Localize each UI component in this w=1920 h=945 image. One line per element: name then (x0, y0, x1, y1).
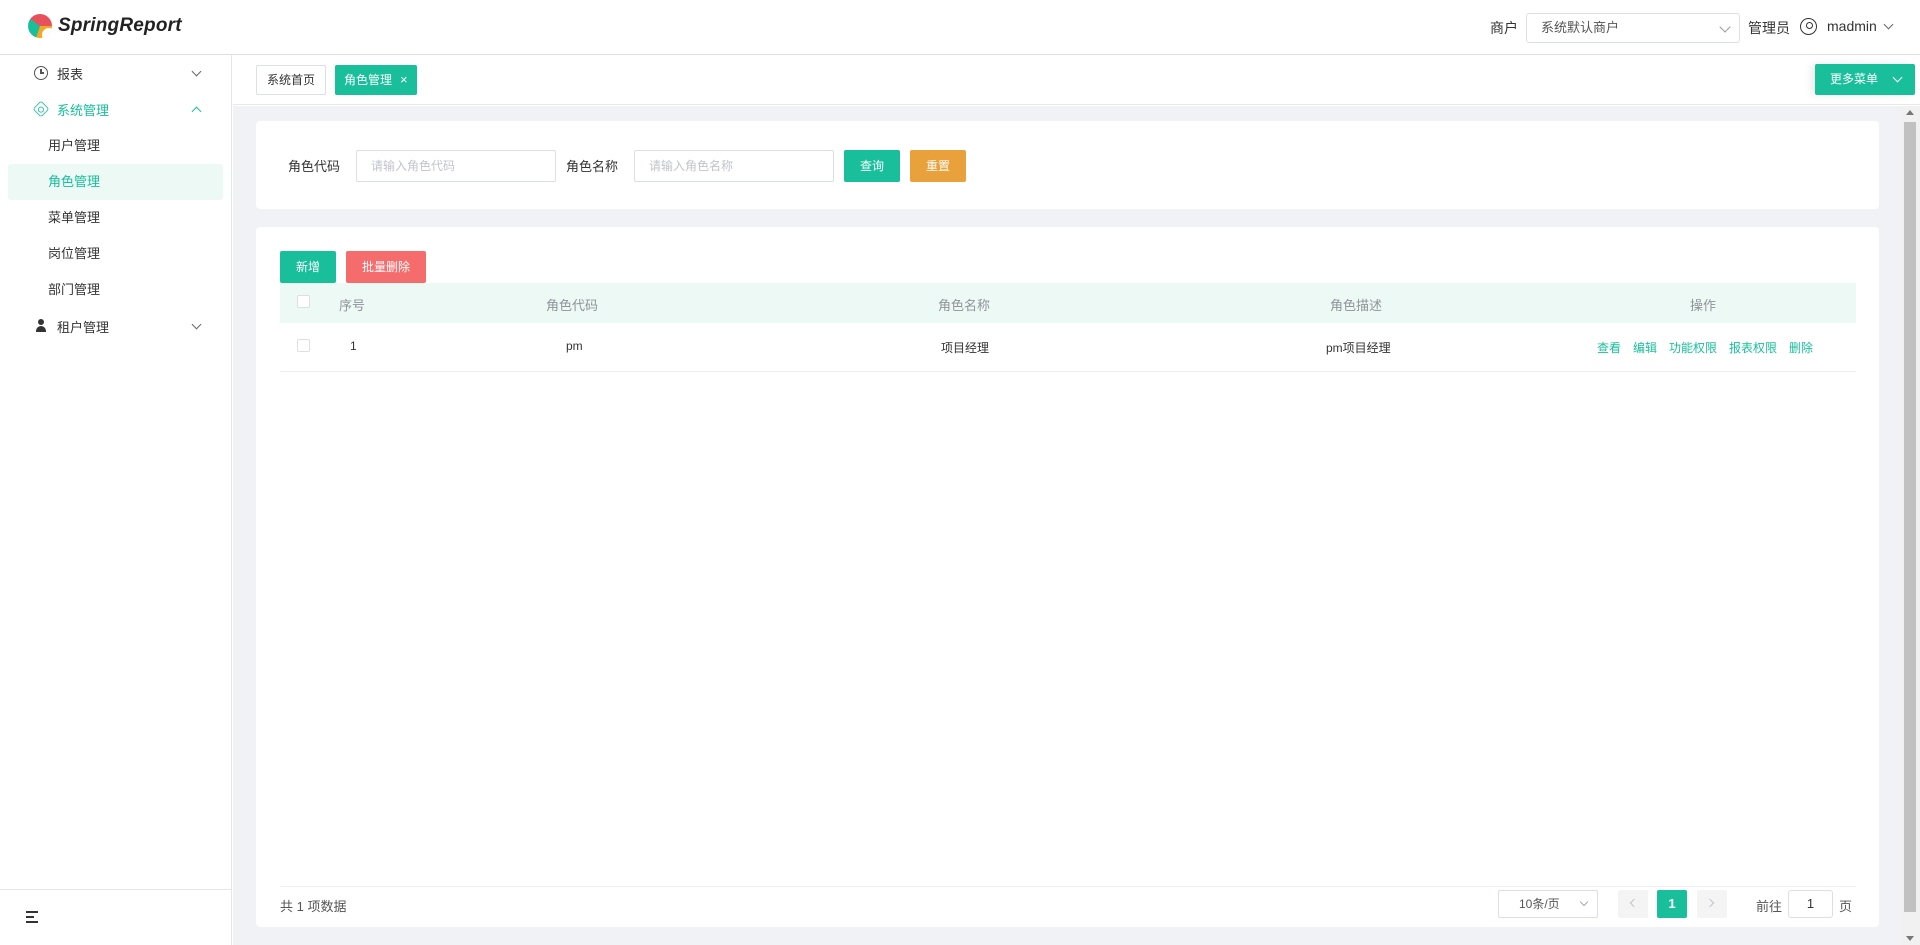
pagination-divider (280, 886, 1856, 887)
more-menu-label: 更多菜单 (1830, 72, 1879, 86)
person-icon (34, 319, 48, 333)
edit-link[interactable]: 编辑 (1633, 339, 1657, 356)
column-header-description: 角色描述 (1330, 298, 1383, 313)
sidebar-item-label: 租户管理 (57, 319, 110, 335)
sidebar-item-menus[interactable]: 菜单管理 (8, 200, 223, 236)
sidebar-item-label: 报表 (57, 66, 84, 82)
tab-roles[interactable]: 角色管理 × (335, 65, 417, 95)
sidebar: 报表 系统管理 用户管理 角色管理 菜单管理 岗位管理 部门管理 租户管理 (0, 55, 232, 945)
tenant-label: 商户 (1490, 20, 1518, 36)
top-header: SpringReport 商户 系统默认商户 管理员 madmin (0, 0, 1920, 55)
sidebar-item-posts[interactable]: 岗位管理 (8, 236, 223, 272)
role-code-input[interactable] (356, 150, 556, 182)
cell-name: 项目经理 (941, 341, 990, 355)
sidebar-item-departments[interactable]: 部门管理 (8, 272, 223, 308)
prev-page-button[interactable] (1618, 890, 1648, 918)
sidebar-divider (0, 889, 232, 890)
tenant-select-value: 系统默认商户 (1541, 20, 1620, 35)
table-header (280, 283, 1856, 323)
user-menu-chevron-icon[interactable] (1883, 19, 1894, 30)
gear-icon (32, 100, 50, 118)
brand-name: SpringReport (58, 15, 182, 36)
sidebar-item-users[interactable]: 用户管理 (8, 128, 223, 164)
sidebar-item-system[interactable]: 系统管理 (0, 91, 232, 127)
column-header-name: 角色名称 (938, 298, 991, 313)
role-name-input[interactable] (634, 150, 834, 182)
role-label: 管理员 (1748, 20, 1790, 36)
close-icon[interactable]: × (400, 72, 408, 87)
user-avatar-icon[interactable] (1800, 18, 1817, 35)
row-checkbox[interactable] (297, 339, 310, 352)
reset-button[interactable]: 重置 (910, 150, 966, 182)
logo-icon (28, 14, 52, 38)
chevron-left-icon (1629, 898, 1639, 908)
batch-delete-button[interactable]: 批量删除 (346, 251, 426, 283)
tenant-select[interactable]: 系统默认商户 (1526, 13, 1740, 43)
function-permission-link[interactable]: 功能权限 (1669, 339, 1717, 356)
chevron-right-icon (1705, 898, 1715, 908)
sidebar-item-tenants[interactable]: 租户管理 (0, 308, 232, 344)
page-size-select[interactable]: 10条/页 (1498, 890, 1598, 918)
next-page-button[interactable] (1697, 890, 1727, 918)
column-header-code: 角色代码 (546, 298, 599, 313)
page-number-current[interactable]: 1 (1657, 890, 1687, 918)
add-button[interactable]: 新增 (280, 251, 336, 283)
tab-home[interactable]: 系统首页 (256, 65, 327, 95)
goto-page-input[interactable]: 1 (1788, 890, 1833, 918)
tabs-bar: 系统首页 角色管理 × (233, 55, 1920, 105)
view-link[interactable]: 查看 (1597, 339, 1621, 356)
more-menu-button[interactable]: 更多菜单 (1815, 64, 1915, 95)
select-all-checkbox[interactable] (297, 295, 310, 308)
page-scrollbar[interactable] (1900, 106, 1920, 945)
query-button[interactable]: 查询 (844, 150, 900, 182)
report-permission-link[interactable]: 报表权限 (1729, 339, 1777, 356)
delete-link[interactable]: 删除 (1789, 339, 1813, 356)
page-size-value: 10条/页 (1519, 897, 1560, 911)
cell-code: pm (566, 339, 583, 353)
username[interactable]: madmin (1827, 18, 1877, 34)
scroll-down-arrow-icon[interactable] (1906, 936, 1914, 941)
tab-label: 角色管理 (344, 73, 393, 87)
clock-icon (34, 66, 48, 80)
scroll-thumb[interactable] (1904, 122, 1916, 912)
column-header-actions: 操作 (1690, 298, 1717, 313)
role-code-label: 角色代码 (288, 159, 341, 174)
chevron-down-icon (191, 66, 202, 76)
sidebar-item-label: 系统管理 (57, 102, 110, 118)
role-name-label: 角色名称 (566, 159, 619, 174)
cell-description: pm项目经理 (1326, 341, 1391, 355)
brand-logo[interactable]: SpringReport (28, 14, 182, 38)
scroll-up-arrow-icon[interactable] (1906, 110, 1914, 115)
chevron-down-icon (191, 319, 202, 329)
sidebar-item-reports[interactable]: 报表 (0, 55, 232, 91)
chevron-down-icon (1719, 21, 1731, 33)
chevron-down-icon (1579, 897, 1589, 907)
collapse-sidebar-icon[interactable] (26, 911, 40, 923)
sidebar-item-roles[interactable]: 角色管理 (8, 164, 223, 200)
chevron-up-icon (191, 106, 202, 116)
goto-suffix: 页 (1839, 899, 1853, 914)
total-count: 共 1 项数据 (280, 899, 347, 914)
column-header-index: 序号 (339, 298, 366, 313)
cell-index: 1 (350, 339, 357, 353)
chevron-down-icon (1892, 72, 1903, 83)
goto-prefix: 前往 (1756, 899, 1783, 914)
